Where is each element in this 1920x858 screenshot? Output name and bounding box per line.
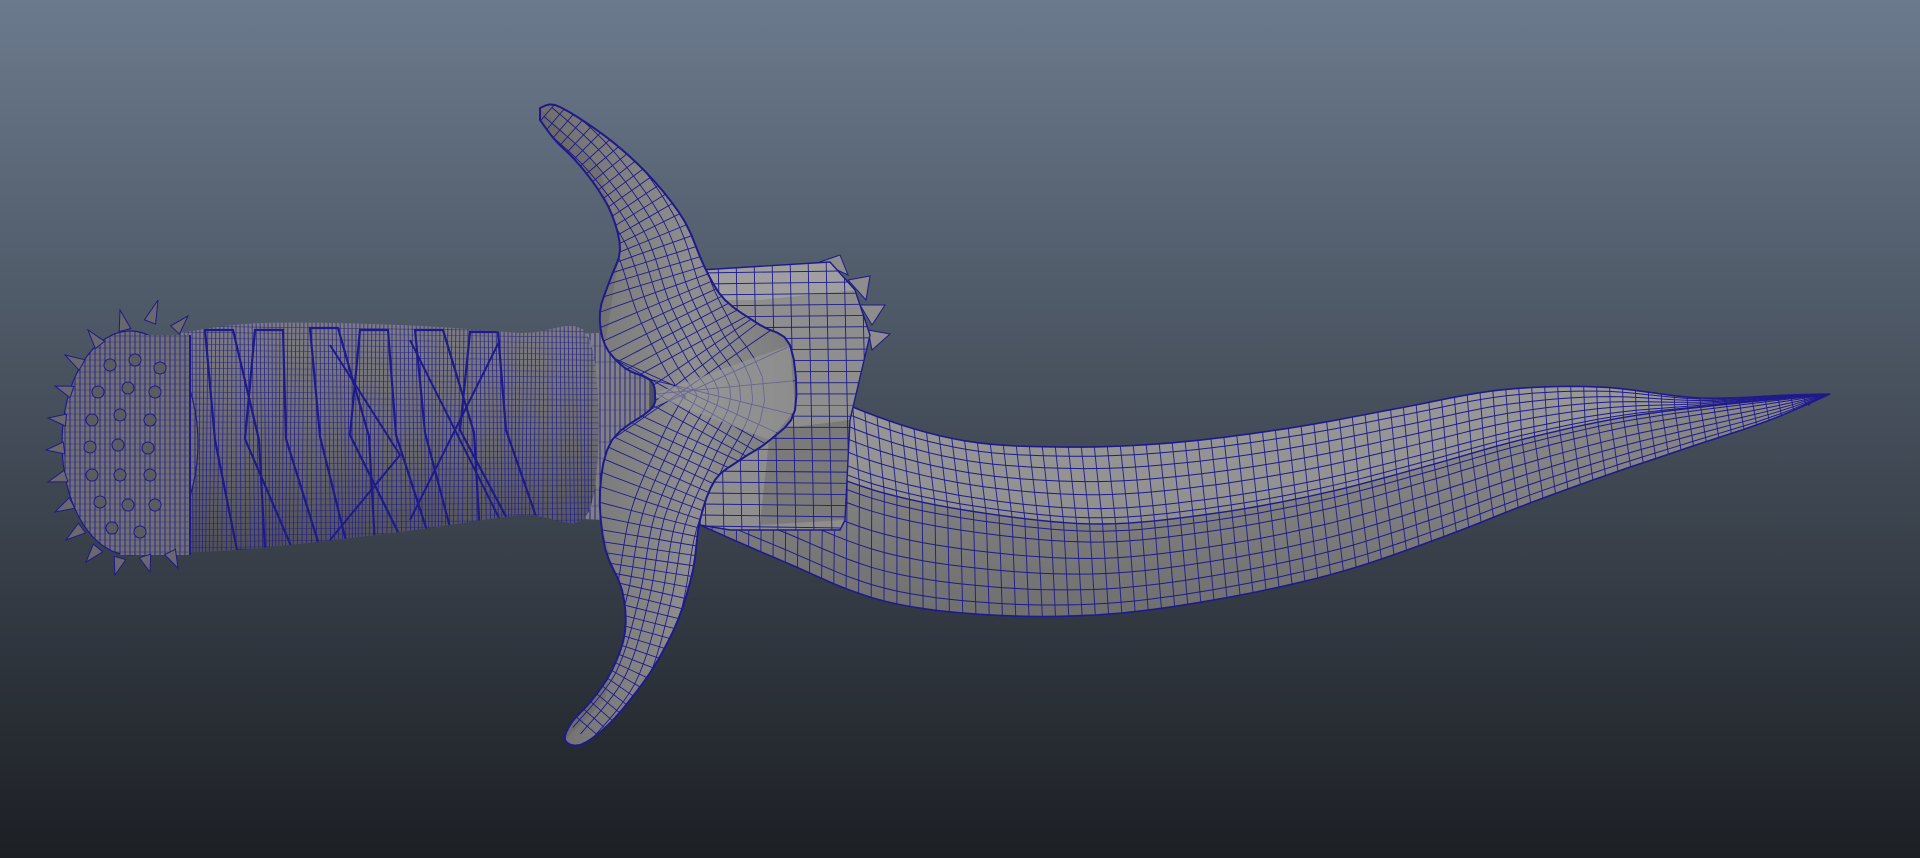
- viewport-canvas[interactable]: [0, 0, 1920, 858]
- 3d-viewport[interactable]: [0, 0, 1920, 858]
